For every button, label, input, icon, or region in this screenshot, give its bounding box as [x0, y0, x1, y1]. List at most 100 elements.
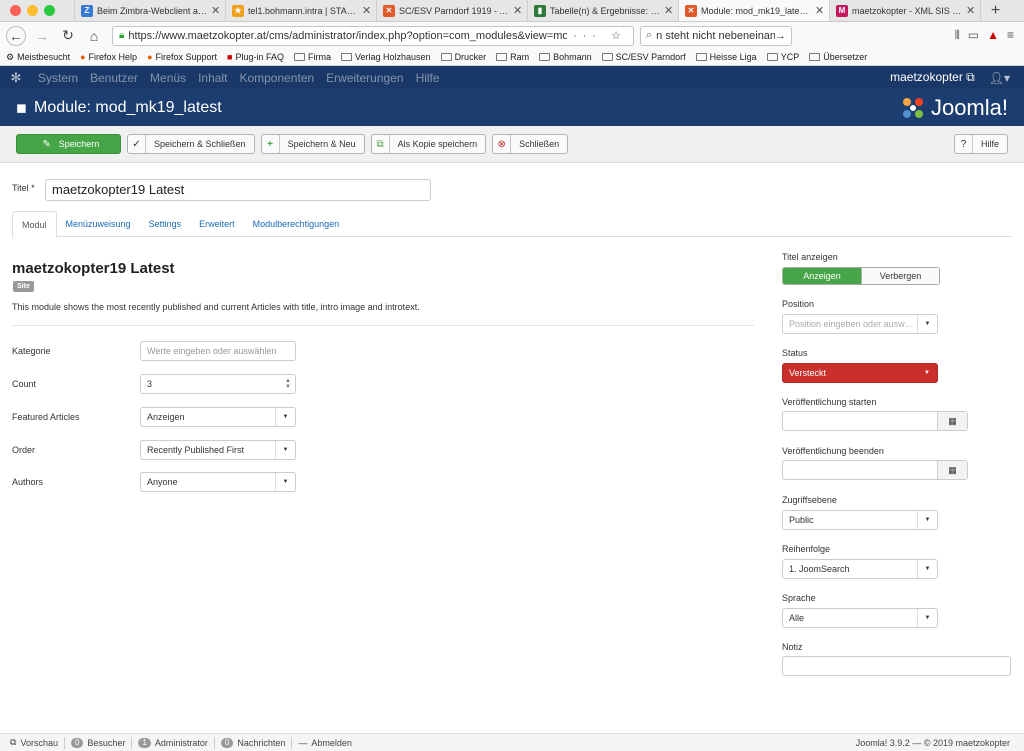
save-new-label: Speichern & Neu: [287, 139, 356, 149]
tab-permissions[interactable]: Modulberechtigungen: [244, 211, 349, 236]
home-button[interactable]: ⌂: [84, 26, 104, 46]
menu-item-extensions[interactable]: Erweiterungen: [320, 71, 409, 85]
tab-module[interactable]: Modul: [12, 211, 57, 238]
tab-close-icon[interactable]: ✕: [211, 4, 221, 17]
show-title-on-button[interactable]: Anzeigen: [783, 268, 861, 284]
language-select[interactable]: Alle ▼: [782, 608, 938, 628]
bookmark-folder[interactable]: Firma: [294, 52, 331, 62]
featured-select[interactable]: Anzeigen ▼: [140, 407, 296, 427]
save-new-button[interactable]: + Speichern & Neu: [260, 134, 365, 154]
menu-item-components[interactable]: Komponenten: [233, 71, 320, 85]
url-text: https://www.maetzokopter.at/cms/administ…: [128, 29, 568, 42]
bookmark-item[interactable]: ⚙ Meistbesucht: [6, 52, 70, 63]
search-go-icon[interactable]: →: [775, 30, 786, 42]
cube-icon: ◼: [16, 99, 27, 115]
sidebar-icon[interactable]: ▭: [968, 28, 979, 43]
bookmark-label: YCP: [780, 52, 800, 62]
joomla-logo-icon[interactable]: ✻: [0, 70, 32, 86]
browser-tab[interactable]: ✕ SC/ESV Parndorf 1919 - Admin ✕: [376, 0, 527, 21]
search-icon: ⌕: [646, 29, 653, 41]
close-window-button[interactable]: [10, 5, 21, 16]
bookmark-folder[interactable]: Bohmann: [539, 52, 592, 62]
zoom-window-button[interactable]: [44, 5, 55, 16]
browser-tab[interactable]: ▮ Tabelle(n) & Ergebnisse: Burgenland ✕: [527, 0, 678, 21]
publish-down-input[interactable]: ▦: [782, 460, 968, 480]
bookmark-item[interactable]: ● Firefox Help: [80, 52, 137, 62]
bookmark-item[interactable]: ■ Plug-in FAQ: [227, 52, 284, 62]
stepper-icon[interactable]: ▲ ▼: [285, 378, 291, 390]
tab-menu-assignment[interactable]: Menüzuweisung: [57, 211, 140, 236]
count-input[interactable]: 3 ▲ ▼: [140, 374, 296, 394]
url-bar[interactable]: 🔒︎ https://www.maetzokopter.at/cms/admin…: [112, 25, 634, 46]
bookmark-folder[interactable]: Drucker: [440, 52, 486, 62]
publish-down-label: Veröffentlichung beenden: [782, 446, 884, 456]
publish-up-input[interactable]: ▦: [782, 411, 968, 431]
status-select[interactable]: Versteckt ▼: [782, 363, 938, 383]
menu-icon[interactable]: ≡: [1007, 28, 1014, 43]
menu-item-menus[interactable]: Menüs: [144, 71, 192, 85]
authors-select[interactable]: Anyone ▼: [140, 472, 296, 492]
chevron-down-icon: ▼: [924, 370, 930, 376]
menu-item-help[interactable]: Hilfe: [410, 71, 446, 85]
tab-close-icon[interactable]: ✕: [362, 4, 372, 17]
bookmark-label: Firma: [308, 52, 331, 62]
save-button[interactable]: ✎ Speichern: [16, 134, 121, 154]
folder-icon: [601, 53, 613, 61]
calendar-icon[interactable]: ▦: [937, 461, 967, 479]
bookmark-folder[interactable]: Verlag Holzhausen: [341, 52, 431, 62]
menu-item-system[interactable]: System: [32, 71, 84, 85]
bookmark-item[interactable]: ● Firefox Support: [147, 52, 217, 62]
category-input[interactable]: Werte eingeben oder auswählen: [140, 341, 296, 361]
save-copy-button[interactable]: ⧉ Als Kopie speichern: [370, 134, 487, 154]
admins-link[interactable]: 1 Administrator: [132, 736, 215, 749]
note-input[interactable]: [782, 656, 1011, 676]
browser-tab[interactable]: ★ tel1.bohmann.intra | STARFACE ✕: [225, 0, 376, 21]
title-input[interactable]: maetzokopter19 Latest: [45, 179, 431, 201]
forward-button[interactable]: →: [32, 26, 52, 46]
check-icon: ✓: [128, 135, 146, 153]
menu-item-content[interactable]: Inhalt: [192, 71, 233, 85]
visitors-link[interactable]: 0 Besucher: [65, 736, 133, 749]
browser-tab[interactable]: Z Beim Zimbra-Webclient anmelden ✕: [74, 0, 225, 21]
ordering-select[interactable]: 1. JoomSearch ▼: [782, 559, 938, 579]
messages-link[interactable]: 0 Nachrichten: [215, 736, 293, 749]
tab-close-icon[interactable]: ✕: [664, 4, 674, 17]
menu-item-users[interactable]: Benutzer: [84, 71, 144, 85]
calendar-icon[interactable]: ▦: [937, 412, 967, 430]
user-menu-icon[interactable]: 👤︎▾: [989, 71, 1010, 85]
firefox-icon: ●: [80, 52, 86, 62]
tab-close-icon[interactable]: ✕: [513, 4, 523, 17]
back-button[interactable]: ←: [6, 25, 26, 46]
browser-tab[interactable]: M maetzokopter - XML SIS Handbuch ✕: [829, 0, 980, 21]
bookmark-folder[interactable]: Heisse Liga: [695, 52, 757, 62]
search-input[interactable]: ⌕ n steht nicht nebeneinander →: [640, 25, 792, 46]
plus-icon: +: [262, 135, 280, 153]
help-button[interactable]: ? Hilfe: [953, 134, 1008, 154]
logout-link[interactable]: — Abmelden: [292, 737, 358, 749]
bookmark-folder[interactable]: Ram: [496, 52, 529, 62]
access-select[interactable]: Public ▼: [782, 510, 938, 530]
order-select[interactable]: Recently Published First ▼: [140, 440, 296, 460]
tab-settings[interactable]: Settings: [140, 211, 191, 236]
bookmark-folder[interactable]: YCP: [766, 52, 800, 62]
save-close-button[interactable]: ✓ Speichern & Schließen: [127, 134, 255, 154]
preview-link[interactable]: ⧉ Vorschau: [4, 736, 65, 749]
page-actions-icon[interactable]: ··· ☆: [573, 29, 627, 42]
position-select[interactable]: Position eingeben oder ausw… ▼: [782, 314, 938, 334]
new-tab-button[interactable]: +: [980, 0, 1010, 21]
featured-value: Anzeigen: [147, 412, 185, 422]
bookmark-folder[interactable]: Übersetzer: [809, 52, 867, 62]
bookmark-folder[interactable]: SC/ESV Parndorf: [601, 52, 686, 62]
pdf-icon[interactable]: ▲: [987, 28, 999, 43]
library-icon[interactable]: ⫴: [955, 28, 960, 43]
reload-button[interactable]: ↻: [58, 26, 78, 46]
browser-tab-active[interactable]: ✕ Module: mod_mk19_latest - maetzokopter…: [678, 0, 829, 21]
tab-advanced[interactable]: Erweitert: [190, 211, 244, 236]
show-title-off-button[interactable]: Verbergen: [861, 268, 939, 284]
site-link[interactable]: maetzokopter ⧉: [890, 70, 975, 85]
close-button[interactable]: ⊗ Schließen: [492, 134, 569, 154]
minimize-window-button[interactable]: [27, 5, 38, 16]
tab-close-icon[interactable]: ✕: [966, 4, 976, 17]
tab-favicon-icon: ▮: [534, 4, 546, 17]
tab-close-icon[interactable]: ✕: [815, 4, 825, 17]
